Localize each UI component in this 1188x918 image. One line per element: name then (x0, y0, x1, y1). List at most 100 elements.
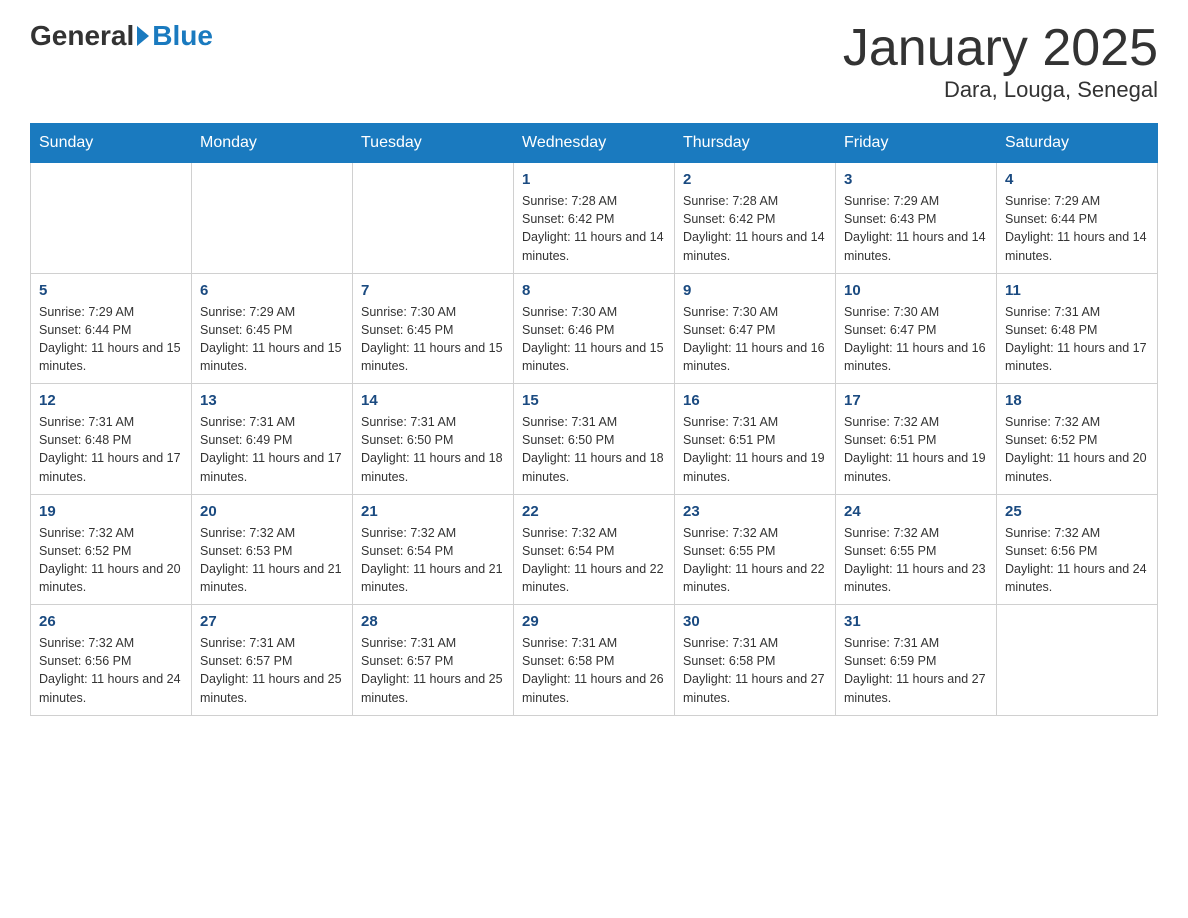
week-row-3: 12Sunrise: 7:31 AMSunset: 6:48 PMDayligh… (31, 384, 1158, 495)
day-number: 23 (683, 503, 827, 520)
day-info: Sunrise: 7:31 AMSunset: 6:58 PMDaylight:… (683, 634, 827, 707)
day-number: 2 (683, 171, 827, 188)
day-info: Sunrise: 7:32 AMSunset: 6:54 PMDaylight:… (522, 524, 666, 597)
day-info: Sunrise: 7:32 AMSunset: 6:55 PMDaylight:… (844, 524, 988, 597)
day-number: 17 (844, 392, 988, 409)
day-number: 14 (361, 392, 505, 409)
week-row-4: 19 Sunrise: 7:32 AMSunset: 6:52 PMDayligh… (31, 494, 1158, 605)
calendar-cell (192, 163, 353, 274)
day-info: Sunrise: 7:32 AMSunset: 6:52 PMDaylight:… (1005, 413, 1149, 486)
day-number: 12 (39, 392, 183, 409)
weekday-header-friday: Friday (836, 124, 997, 163)
day-info: Sunrise: 7:30 AMSunset: 6:47 PMDaylight:… (683, 303, 827, 376)
day-info: Sunrise: 7:32 AMSunset: 6:56 PMDaylight:… (39, 634, 183, 707)
calendar-cell: 5 Sunrise: 7:29 AMSunset: 6:44 PMDaylight… (31, 273, 192, 384)
calendar-cell: 15Sunrise: 7:31 AMSunset: 6:50 PMDayligh… (514, 384, 675, 495)
day-number: 20 (200, 503, 344, 520)
calendar-cell: 1Sunrise: 7:28 AMSunset: 6:42 PMDaylight… (514, 163, 675, 274)
day-info: Sunrise: 7:30 AMSunset: 6:45 PMDaylight:… (361, 303, 505, 376)
weekday-header-row: SundayMondayTuesdayWednesdayThursdayFrid… (31, 124, 1158, 163)
day-number: 25 (1005, 503, 1149, 520)
calendar-cell: 21 Sunrise: 7:32 AMSunset: 6:54 PMDayligh… (353, 494, 514, 605)
calendar-cell: 22 Sunrise: 7:32 AMSunset: 6:54 PMDayligh… (514, 494, 675, 605)
day-info: Sunrise: 7:31 AMSunset: 6:59 PMDaylight:… (844, 634, 988, 707)
day-info: Sunrise: 7:31 AMSunset: 6:50 PMDaylight:… (361, 413, 505, 486)
day-info: Sunrise: 7:30 AMSunset: 6:47 PMDaylight:… (844, 303, 988, 376)
calendar-cell (353, 163, 514, 274)
calendar-cell: 28Sunrise: 7:31 AMSunset: 6:57 PMDayligh… (353, 605, 514, 716)
day-info: Sunrise: 7:31 AMSunset: 6:58 PMDaylight:… (522, 634, 666, 707)
day-number: 29 (522, 613, 666, 630)
day-info: Sunrise: 7:28 AMSunset: 6:42 PMDaylight:… (683, 192, 827, 265)
day-number: 10 (844, 282, 988, 299)
day-number: 3 (844, 171, 988, 188)
day-info: Sunrise: 7:29 AMSunset: 6:44 PMDaylight:… (39, 303, 183, 376)
day-number: 24 (844, 503, 988, 520)
day-info: Sunrise: 7:31 AMSunset: 6:50 PMDaylight:… (522, 413, 666, 486)
day-number: 22 (522, 503, 666, 520)
day-info: Sunrise: 7:31 AMSunset: 6:57 PMDaylight:… (361, 634, 505, 707)
day-info: Sunrise: 7:32 AMSunset: 6:53 PMDaylight:… (200, 524, 344, 597)
logo: General Blue (30, 20, 213, 52)
calendar-cell: 12Sunrise: 7:31 AMSunset: 6:48 PMDayligh… (31, 384, 192, 495)
calendar-cell: 31 Sunrise: 7:31 AMSunset: 6:59 PMDayligh… (836, 605, 997, 716)
calendar-cell: 3Sunrise: 7:29 AMSunset: 6:43 PMDaylight… (836, 163, 997, 274)
calendar-cell: 24 Sunrise: 7:32 AMSunset: 6:55 PMDayligh… (836, 494, 997, 605)
day-number: 21 (361, 503, 505, 520)
day-info: Sunrise: 7:32 AMSunset: 6:54 PMDaylight:… (361, 524, 505, 597)
day-info: Sunrise: 7:31 AMSunset: 6:48 PMDaylight:… (1005, 303, 1149, 376)
calendar-cell: 25 Sunrise: 7:32 AMSunset: 6:56 PMDayligh… (997, 494, 1158, 605)
day-info: Sunrise: 7:29 AMSunset: 6:45 PMDaylight:… (200, 303, 344, 376)
calendar-cell: 9Sunrise: 7:30 AMSunset: 6:47 PMDaylight… (675, 273, 836, 384)
day-number: 7 (361, 282, 505, 299)
calendar-cell: 30 Sunrise: 7:31 AMSunset: 6:58 PMDayligh… (675, 605, 836, 716)
calendar-cell: 18Sunrise: 7:32 AMSunset: 6:52 PMDayligh… (997, 384, 1158, 495)
calendar-cell: 11 Sunrise: 7:31 AMSunset: 6:48 PMDayligh… (997, 273, 1158, 384)
weekday-header-tuesday: Tuesday (353, 124, 514, 163)
calendar-cell: 2 Sunrise: 7:28 AMSunset: 6:42 PMDaylight… (675, 163, 836, 274)
day-number: 6 (200, 282, 344, 299)
calendar-cell: 29 Sunrise: 7:31 AMSunset: 6:58 PMDayligh… (514, 605, 675, 716)
day-info: Sunrise: 7:32 AMSunset: 6:56 PMDaylight:… (1005, 524, 1149, 597)
calendar-cell: 14 Sunrise: 7:31 AMSunset: 6:50 PMDayligh… (353, 384, 514, 495)
day-number: 26 (39, 613, 183, 630)
day-info: Sunrise: 7:32 AMSunset: 6:52 PMDaylight:… (39, 524, 183, 597)
calendar-table: SundayMondayTuesdayWednesdayThursdayFrid… (30, 123, 1158, 716)
day-number: 5 (39, 282, 183, 299)
page-header: General Blue January 2025 Dara, Louga, S… (30, 20, 1158, 103)
weekday-header-monday: Monday (192, 124, 353, 163)
day-info: Sunrise: 7:31 AMSunset: 6:51 PMDaylight:… (683, 413, 827, 486)
calendar-cell: 8Sunrise: 7:30 AMSunset: 6:46 PMDaylight… (514, 273, 675, 384)
day-number: 19 (39, 503, 183, 520)
day-info: Sunrise: 7:31 AMSunset: 6:57 PMDaylight:… (200, 634, 344, 707)
calendar-cell: 13Sunrise: 7:31 AMSunset: 6:49 PMDayligh… (192, 384, 353, 495)
day-info: Sunrise: 7:29 AMSunset: 6:44 PMDaylight:… (1005, 192, 1149, 265)
day-number: 30 (683, 613, 827, 630)
logo-general-text: General (30, 20, 134, 52)
day-info: Sunrise: 7:28 AMSunset: 6:42 PMDaylight:… (522, 192, 666, 265)
day-number: 11 (1005, 282, 1149, 299)
title-section: January 2025 Dara, Louga, Senegal (843, 20, 1158, 103)
logo-blue-text: Blue (152, 20, 213, 52)
day-number: 4 (1005, 171, 1149, 188)
weekday-header-sunday: Sunday (31, 124, 192, 163)
week-row-2: 5 Sunrise: 7:29 AMSunset: 6:44 PMDaylight… (31, 273, 1158, 384)
week-row-5: 26 Sunrise: 7:32 AMSunset: 6:56 PMDayligh… (31, 605, 1158, 716)
calendar-cell: 27Sunrise: 7:31 AMSunset: 6:57 PMDayligh… (192, 605, 353, 716)
weekday-header-saturday: Saturday (997, 124, 1158, 163)
week-row-1: 1Sunrise: 7:28 AMSunset: 6:42 PMDaylight… (31, 163, 1158, 274)
calendar-cell: 7 Sunrise: 7:30 AMSunset: 6:45 PMDaylight… (353, 273, 514, 384)
day-number: 16 (683, 392, 827, 409)
calendar-cell: 20 Sunrise: 7:32 AMSunset: 6:53 PMDayligh… (192, 494, 353, 605)
calendar-cell: 4 Sunrise: 7:29 AMSunset: 6:44 PMDaylight… (997, 163, 1158, 274)
day-info: Sunrise: 7:32 AMSunset: 6:55 PMDaylight:… (683, 524, 827, 597)
month-title: January 2025 (843, 20, 1158, 77)
day-info: Sunrise: 7:31 AMSunset: 6:49 PMDaylight:… (200, 413, 344, 486)
calendar-cell: 6 Sunrise: 7:29 AMSunset: 6:45 PMDaylight… (192, 273, 353, 384)
calendar-cell: 26 Sunrise: 7:32 AMSunset: 6:56 PMDayligh… (31, 605, 192, 716)
calendar-cell (997, 605, 1158, 716)
calendar-cell (31, 163, 192, 274)
calendar-cell: 23 Sunrise: 7:32 AMSunset: 6:55 PMDayligh… (675, 494, 836, 605)
day-number: 31 (844, 613, 988, 630)
day-info: Sunrise: 7:32 AMSunset: 6:51 PMDaylight:… (844, 413, 988, 486)
